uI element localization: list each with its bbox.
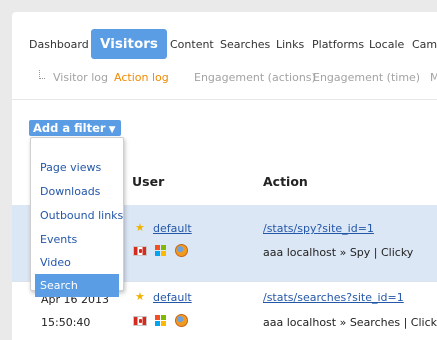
add-filter-button[interactable]: Add a filter ▼ — [29, 120, 121, 136]
action-link[interactable]: /stats/spy?site_id=1 — [263, 222, 374, 235]
visit-time: 15:50:40 — [41, 316, 91, 329]
filter-option-events[interactable]: Events — [35, 228, 119, 251]
subtab-engagement-time[interactable]: Engagement (time) — [313, 71, 420, 84]
firefox-icon — [175, 244, 188, 257]
nav-links[interactable]: Links — [276, 38, 304, 51]
windows-icon — [155, 315, 167, 327]
user-link[interactable]: default — [153, 291, 192, 304]
user-link[interactable]: default — [153, 222, 192, 235]
filter-dropdown-menu: Page views Downloads Outbound links Even… — [30, 137, 124, 297]
canada-flag-icon — [133, 246, 147, 256]
firefox-icon — [175, 314, 188, 327]
subtab-more[interactable]: M — [430, 71, 437, 84]
dropdown-arrow-icon: ▼ — [108, 125, 116, 135]
filter-option-search[interactable]: Search — [35, 274, 119, 297]
subtab-engagement-actions[interactable]: Engagement (actions) — [194, 71, 316, 84]
subtab-action-log[interactable]: Action log — [114, 71, 169, 84]
nav-searches[interactable]: Searches — [220, 38, 270, 51]
filter-option-page-views[interactable]: Page views — [35, 156, 119, 179]
main-nav: Dashboard Visitors Content Searches Link… — [12, 12, 437, 72]
nav-dashboard[interactable]: Dashboard — [29, 38, 89, 51]
windows-icon — [155, 245, 167, 257]
nav-platforms[interactable]: Platforms — [312, 38, 364, 51]
page-panel: Dashboard Visitors Content Searches Link… — [12, 12, 437, 340]
nav-divider — [12, 99, 437, 100]
nav-campaigns[interactable]: Camp — [412, 38, 437, 51]
nav-content[interactable]: Content — [170, 38, 214, 51]
nav-locale[interactable]: Locale — [369, 38, 404, 51]
canada-flag-icon — [133, 316, 147, 326]
star-icon: ★ — [135, 290, 145, 303]
add-filter-label: Add a filter — [33, 121, 106, 135]
filter-option-downloads[interactable]: Downloads — [35, 180, 119, 203]
nav-visitors[interactable]: Visitors — [91, 29, 167, 59]
sub-nav: Visitor log Action log Engagement (actio… — [12, 70, 437, 100]
column-header-user: User — [132, 174, 165, 189]
subtab-visitor-log[interactable]: Visitor log — [53, 71, 108, 84]
tree-connector — [39, 70, 45, 79]
filter-option-outbound-links[interactable]: Outbound links — [35, 204, 123, 227]
column-header-action: Action — [263, 174, 308, 189]
star-icon: ★ — [135, 221, 145, 234]
action-link[interactable]: /stats/searches?site_id=1 — [263, 291, 404, 304]
action-detail: aaa localhost » Searches | Clicky — [263, 316, 437, 329]
action-detail: aaa localhost » Spy | Clicky — [263, 246, 414, 259]
filter-option-video[interactable]: Video — [35, 251, 119, 274]
